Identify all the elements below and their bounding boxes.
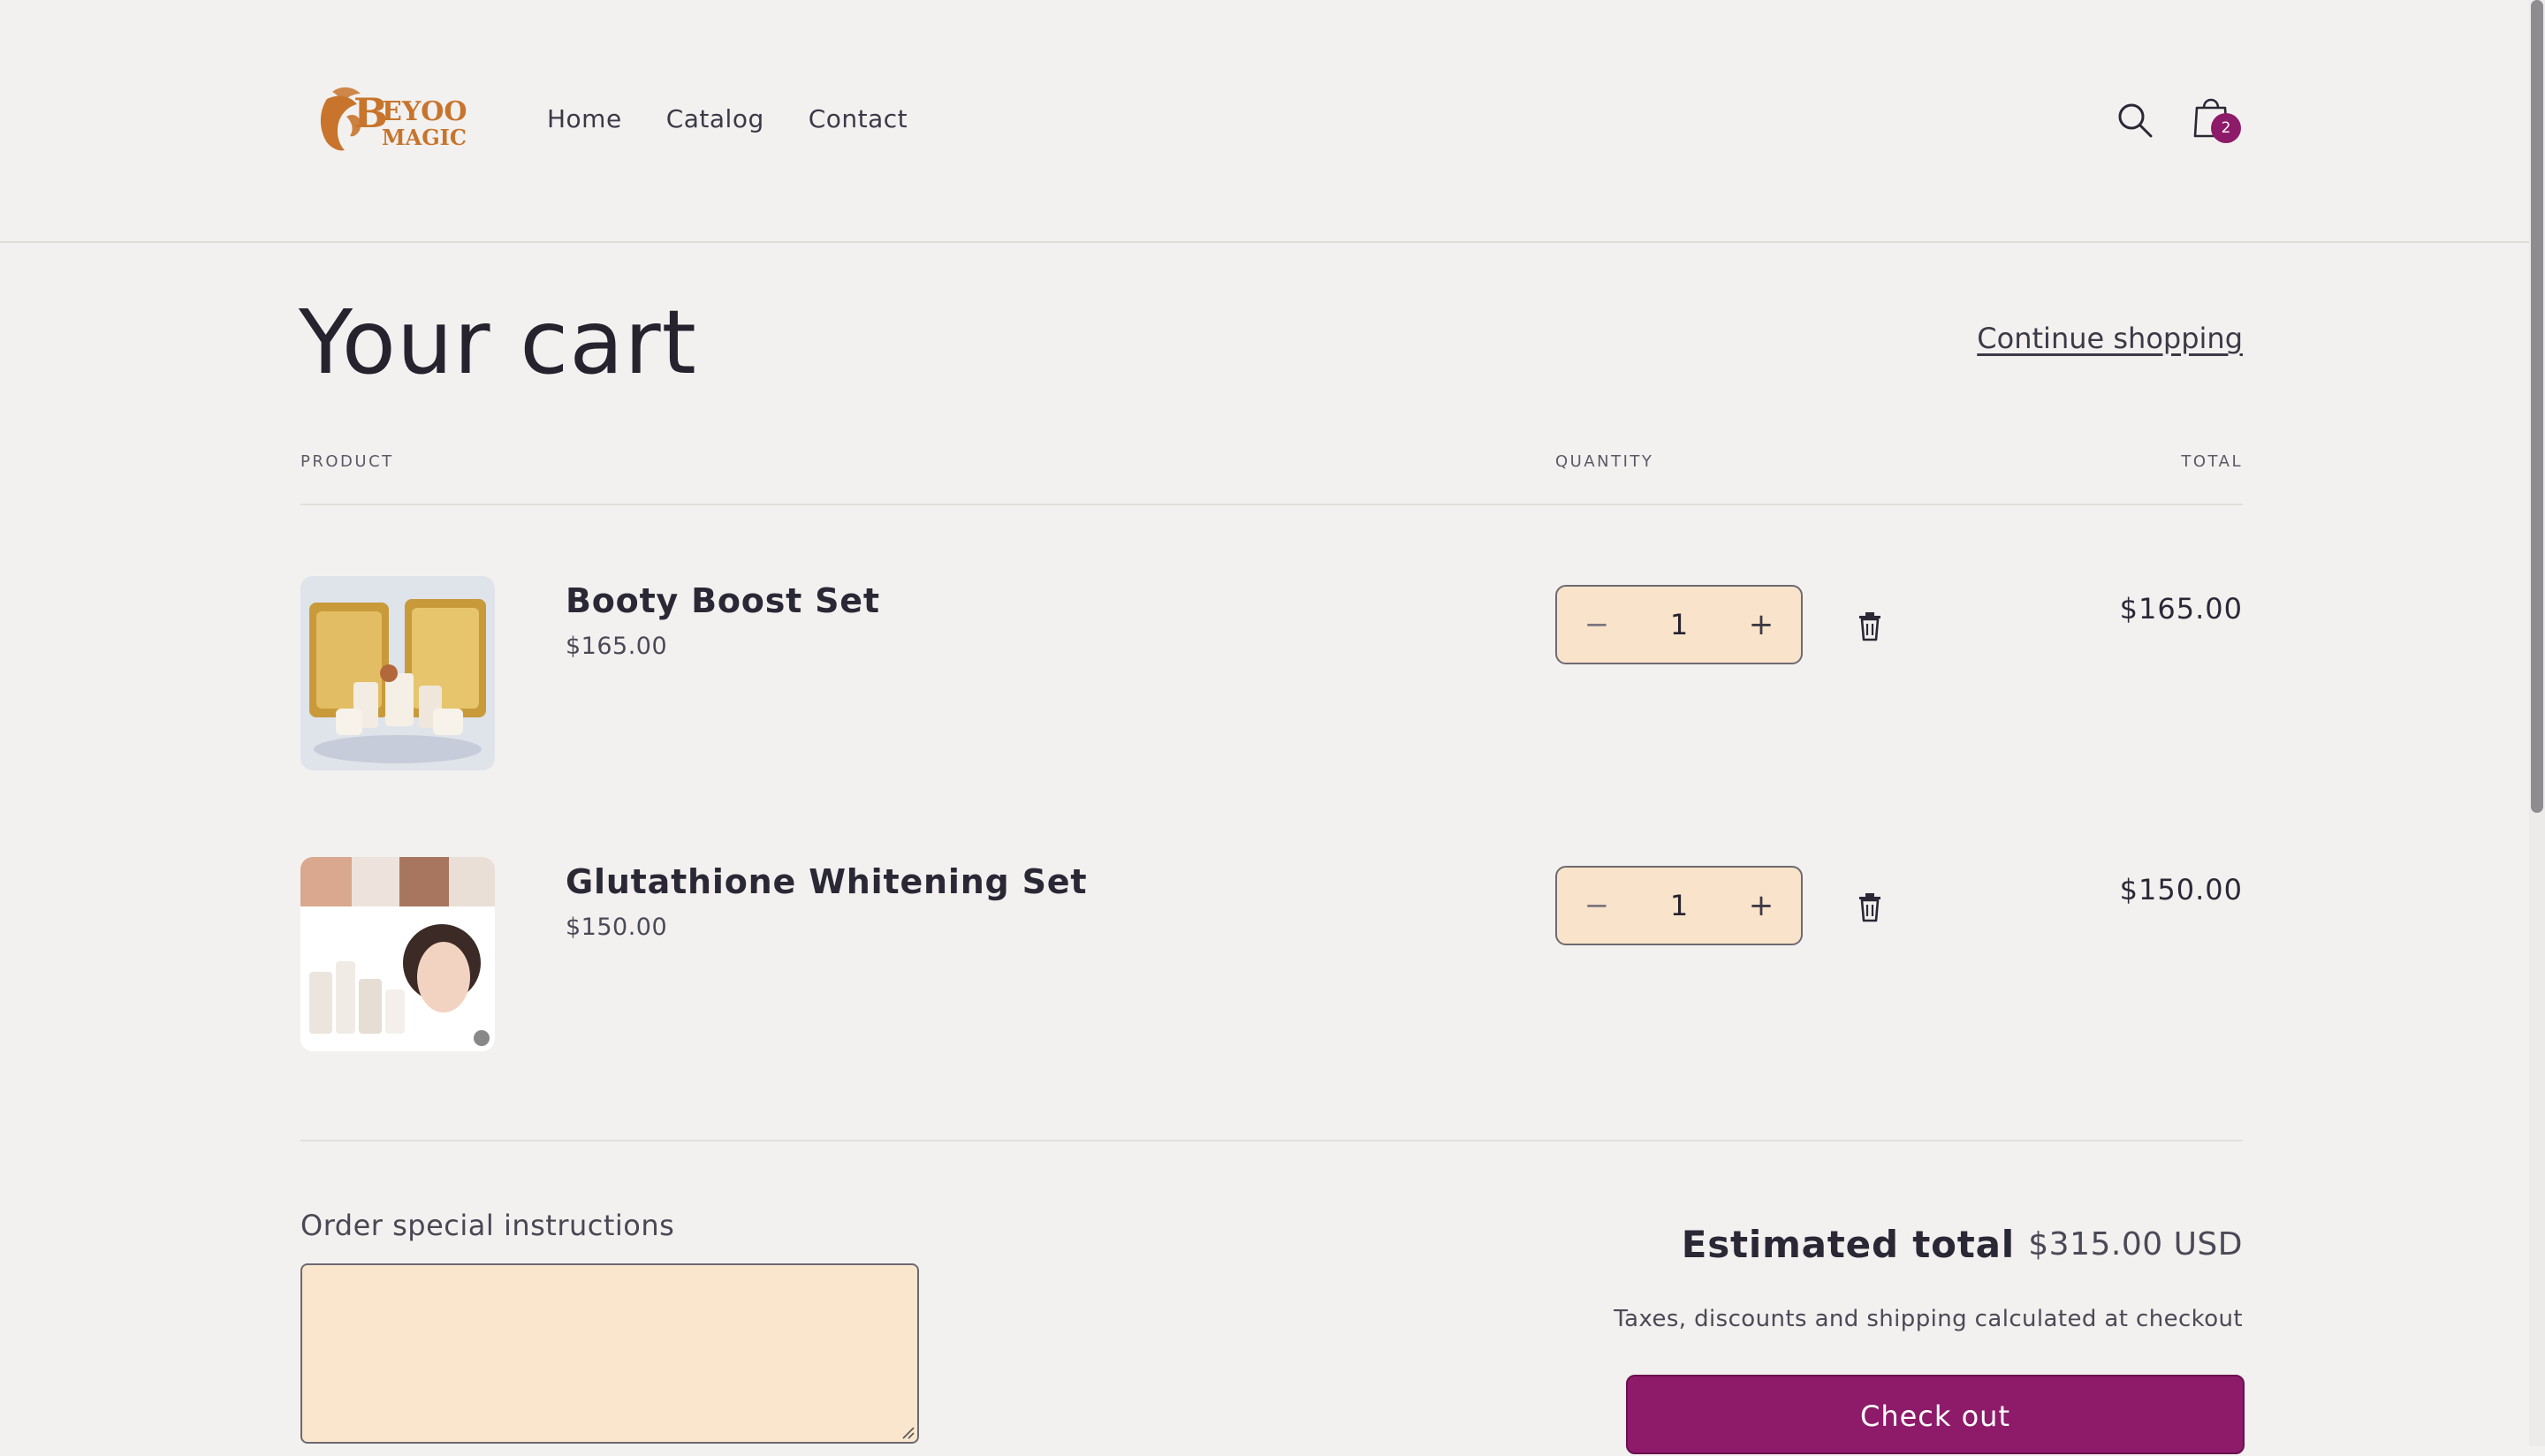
nav-item-catalog[interactable]: Catalog [666,104,764,133]
product-title[interactable]: Glutathione Whitening Set [566,862,1087,901]
trash-icon[interactable] [1857,611,1882,641]
quantity-stepper: − + [1555,585,1803,664]
tax-note: Taxes, discounts and shipping calculated… [1614,1306,2243,1332]
main-nav: Home Catalog Contact [547,104,952,133]
trash-icon[interactable] [1857,892,1882,922]
decrease-quantity-button[interactable]: − [1557,868,1637,944]
decrease-quantity-button[interactable]: − [1557,587,1637,663]
cart-count-badge: 2 [2211,113,2241,143]
brand-logo[interactable]: B EYOO MAGIC [311,81,479,157]
page-title: Your cart [299,291,697,394]
checkout-button[interactable]: Check out [1626,1375,2245,1454]
increase-quantity-button[interactable]: + [1721,868,1801,944]
quantity-input[interactable] [1637,587,1721,663]
product-unit-price: $150.00 [566,914,668,941]
search-icon[interactable] [2116,101,2154,140]
scrollbar-thumb[interactable] [2531,0,2543,813]
nav-item-contact[interactable]: Contact [809,104,908,133]
column-header-product: PRODUCT [300,452,394,471]
order-instructions-label: Order special instructions [300,1209,675,1242]
resize-handle-icon[interactable] [900,1424,915,1440]
column-header-quantity: QUANTITY [1555,452,1654,471]
product-title[interactable]: Booty Boost Set [566,581,880,620]
cart-item: Booty Boost Set $165.00 − + $165.00 [300,576,2243,770]
estimated-total-label: Estimated total [1681,1223,2015,1266]
product-image-glutathione-whitening-set[interactable] [300,857,495,1051]
line-total: $165.00 [2119,592,2243,626]
logo-line1: EYOO [382,96,467,127]
line-total: $150.00 [2119,873,2243,906]
order-instructions-input[interactable] [300,1263,919,1444]
continue-shopping-link[interactable]: Continue shopping [1977,322,2243,355]
cart-item: Glutathione Whitening Set $150.00 − + $1… [300,857,2243,1051]
nav-item-home[interactable]: Home [547,104,622,133]
divider [300,1140,2243,1141]
product-image-booty-boost-set[interactable] [300,576,495,770]
site-header: B EYOO MAGIC Home Catalog Contact 2 [0,0,2529,243]
logo-line2: MAGIC [382,125,467,150]
quantity-stepper: − + [1555,866,1803,945]
quantity-input[interactable] [1637,868,1721,944]
estimated-total-value: $315.00 USD [2028,1226,2243,1263]
product-unit-price: $165.00 [566,633,668,660]
divider [300,504,2243,505]
increase-quantity-button[interactable]: + [1721,587,1801,663]
column-header-total: TOTAL [2181,452,2243,471]
